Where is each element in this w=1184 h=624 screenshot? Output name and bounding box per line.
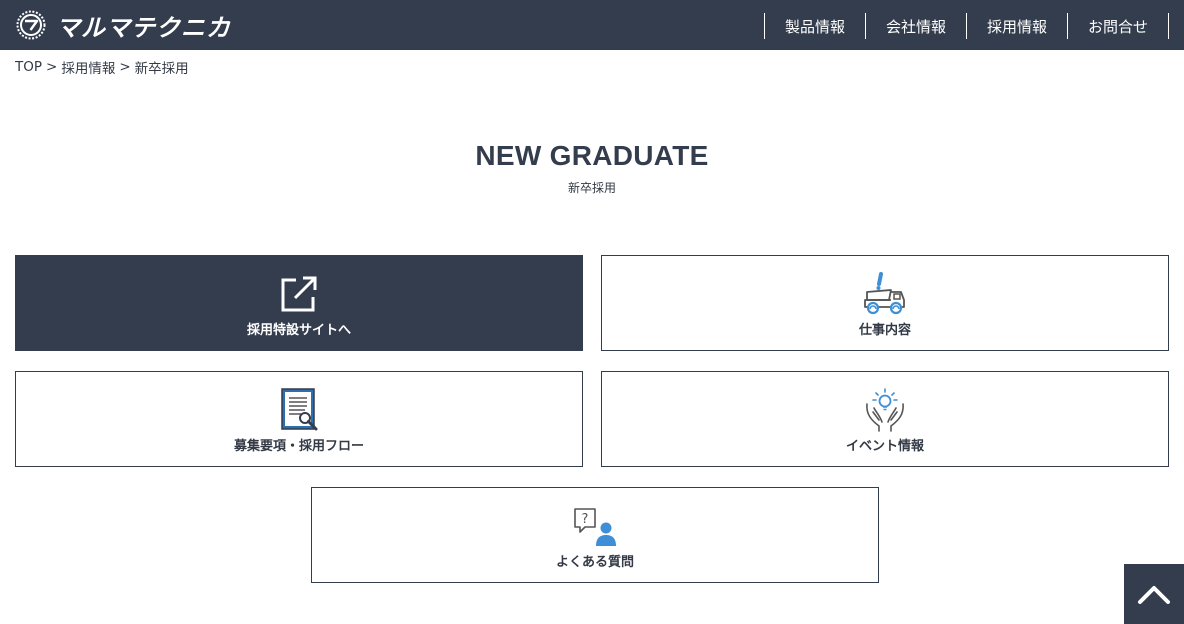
site-header: マルマテクニカ 製品情報 会社情報 採用情報 お問合せ xyxy=(0,0,1184,50)
card-faq[interactable]: ? よくある質問 xyxy=(311,487,879,583)
card-special-site[interactable]: 採用特設サイトへ xyxy=(15,255,583,351)
page-subtitle: 新卒採用 xyxy=(567,181,616,195)
breadcrumb-separator: > xyxy=(119,59,131,75)
card-label: 募集要項・採用フロー xyxy=(233,439,364,454)
chevron-up-icon xyxy=(1138,586,1170,604)
card-label: 仕事内容 xyxy=(858,323,911,338)
svg-text:?: ? xyxy=(582,512,589,527)
card-requirements-flow[interactable]: 募集要項・採用フロー xyxy=(15,371,583,467)
breadcrumb-current: 新卒採用 xyxy=(134,61,189,77)
page-title: NEW GRADUATE xyxy=(475,140,709,171)
logo-text: マルマテクニカ xyxy=(56,13,231,42)
logo-mark-icon xyxy=(16,10,46,40)
nav-item-recruit[interactable]: 採用情報 xyxy=(967,13,1067,39)
question-person-icon: ? xyxy=(574,508,616,546)
dump-truck-icon xyxy=(864,272,905,315)
document-magnifier-icon xyxy=(281,388,318,431)
nav-item-contact[interactable]: お問合せ xyxy=(1068,13,1168,39)
nav-item-products[interactable]: 製品情報 xyxy=(765,13,865,39)
breadcrumb-recruit-link[interactable]: 採用情報 xyxy=(61,57,115,77)
external-link-icon xyxy=(281,276,317,312)
card-label: イベント情報 xyxy=(845,439,924,454)
card-label: 採用特設サイトへ xyxy=(246,323,351,338)
card-job-description[interactable]: 仕事内容 xyxy=(601,255,1169,351)
breadcrumb-top-link[interactable]: TOP xyxy=(15,59,42,75)
nav-item-company[interactable]: 会社情報 xyxy=(866,13,966,39)
hands-lightbulb-icon xyxy=(866,388,904,432)
site-logo[interactable]: マルマテクニカ xyxy=(16,9,231,42)
card-label: よくある質問 xyxy=(555,555,634,570)
breadcrumb-separator: > xyxy=(46,59,58,75)
breadcrumb: TOP > 採用情報 > 新卒採用 xyxy=(15,57,189,77)
global-nav: 製品情報 会社情報 採用情報 お問合せ xyxy=(763,13,1169,39)
back-to-top-button[interactable] xyxy=(1124,564,1184,624)
card-events[interactable]: イベント情報 xyxy=(601,371,1169,467)
